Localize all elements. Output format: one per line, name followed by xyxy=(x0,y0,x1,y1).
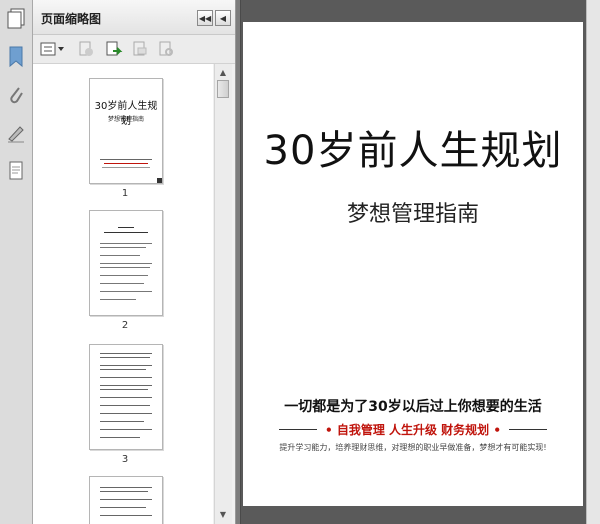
page-thumbnails-panel: 页面缩略图 ◀◀ ◀ 30岁前人生规划 梦想管理指南 1 2 3 ▲ ▼ xyxy=(33,0,235,524)
pages-icon[interactable] xyxy=(3,6,29,32)
print-page-icon[interactable] xyxy=(131,40,149,58)
content-icon[interactable] xyxy=(3,158,29,184)
page-thumbnail-3[interactable] xyxy=(89,344,163,450)
page-number-label: 2 xyxy=(121,320,129,331)
close-panel-button[interactable]: ◀ xyxy=(215,10,231,26)
page-thumbnail-2[interactable] xyxy=(89,210,163,316)
thumb-1-subtitle: 梦想管理指南 xyxy=(107,116,144,123)
document-description: 提升学习能力，培养理财思维，对理想的职业早做准备，梦想才有可能实现! xyxy=(279,443,547,452)
scroll-up-icon[interactable]: ▲ xyxy=(217,66,229,78)
thumbnail-list: 30岁前人生规划 梦想管理指南 1 2 3 xyxy=(33,64,213,524)
thumbnail-scrollbar[interactable]: ▲ ▼ xyxy=(214,64,232,524)
options-menu-button[interactable] xyxy=(39,40,65,58)
signature-icon[interactable] xyxy=(3,120,29,146)
panel-header: 页面缩略图 ◀◀ ◀ xyxy=(33,0,235,35)
panel-splitter[interactable] xyxy=(235,0,241,524)
bookmark-icon[interactable] xyxy=(3,44,29,70)
scroll-down-icon[interactable]: ▼ xyxy=(217,508,229,520)
thumbnail-toolbar xyxy=(33,35,235,64)
tag-divider-right xyxy=(509,429,547,430)
collapse-panel-button[interactable]: ◀◀ xyxy=(197,10,213,26)
document-slogan: 一切都是为了30岁以后过上你想要的生活 xyxy=(284,399,542,415)
page-number-label: 1 xyxy=(121,188,129,199)
page-thumbnail-1[interactable]: 30岁前人生规划 梦想管理指南 xyxy=(89,78,163,184)
rotate-page-icon[interactable] xyxy=(105,40,123,58)
delete-page-icon[interactable] xyxy=(77,40,95,58)
page-thumbnail-4[interactable] xyxy=(89,476,163,524)
navigation-toolbar xyxy=(0,0,33,524)
page-number-label: 3 xyxy=(121,454,129,465)
document-page: 30岁前人生规划 梦想管理指南 一切都是为了30岁以后过上你想要的生活 • 自我… xyxy=(243,22,583,506)
document-subtitle: 梦想管理指南 xyxy=(346,202,479,227)
document-title: 30岁前人生规划 xyxy=(263,128,563,174)
page-properties-icon[interactable] xyxy=(157,40,175,58)
document-scrollbar[interactable] xyxy=(586,0,600,524)
scrollbar-thumb[interactable] xyxy=(217,80,229,98)
panel-title: 页面缩略图 xyxy=(41,12,102,26)
attachment-icon[interactable] xyxy=(3,82,29,108)
